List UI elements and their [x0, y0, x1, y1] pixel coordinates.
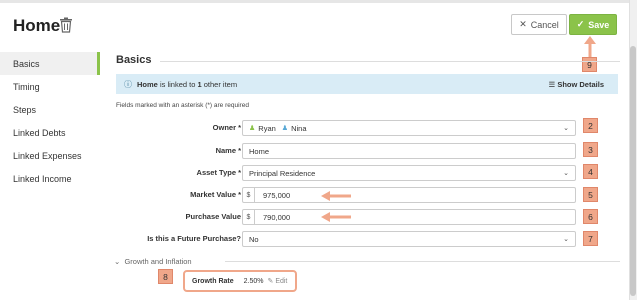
info-mid: is linked to	[159, 79, 196, 89]
owner-row: Owner * ♟ Ryan ♟ Nina ⌄	[116, 120, 586, 136]
left-arrow-annotation	[321, 212, 351, 222]
future-purchase-value: No	[249, 234, 259, 244]
future-purchase-row: Is this a Future Purchase? No ⌄	[116, 231, 586, 247]
cancel-label: Cancel	[530, 19, 559, 30]
growth-heading: Growth and Inflation	[124, 257, 192, 266]
person-icon: ♟	[249, 125, 256, 132]
purchase-value-row: Purchase Value $ 790,000	[116, 209, 586, 225]
future-purchase-select[interactable]: No ⌄	[242, 231, 576, 247]
growth-rate-value: 2.50%	[243, 277, 264, 285]
growth-section-toggle[interactable]: ⌄ Growth and Inflation	[114, 257, 192, 266]
growth-edit-link[interactable]: ✎ Edit	[267, 277, 287, 285]
market-value-label: Market Value *	[190, 190, 241, 199]
info-icon: ⓘ	[124, 79, 132, 89]
save-label: Save	[588, 19, 610, 30]
info-name: Home	[137, 79, 158, 89]
close-icon: ✕	[519, 19, 527, 29]
pencil-icon: ✎	[267, 278, 274, 285]
up-arrow-annotation	[584, 36, 596, 58]
chevron-down-icon: ⌄	[563, 236, 569, 243]
growth-rate-box: Growth Rate 2.50% ✎ Edit	[183, 270, 297, 292]
person-icon: ♟	[281, 125, 289, 132]
save-button[interactable]: ✓ Save	[569, 14, 617, 35]
annotation-badge: 9	[582, 57, 597, 72]
growth-rate-label: Growth Rate	[192, 277, 234, 285]
check-icon: ✓	[576, 19, 585, 29]
purchase-value-label: Purchase Value	[185, 212, 241, 221]
cancel-button[interactable]: ✕ Cancel	[511, 14, 567, 35]
section-title: Basics	[116, 54, 152, 66]
name-row: Name * Home	[116, 143, 586, 159]
page-title: Home	[13, 16, 61, 35]
owner-person: Nina	[291, 123, 307, 133]
sidebar-item-linked-debts[interactable]: Linked Debts	[0, 121, 100, 144]
future-purchase-label: Is this a Future Purchase?	[147, 234, 241, 243]
asset-type-value: Principal Residence	[249, 168, 316, 178]
annotation-badge: 2	[583, 118, 598, 133]
annotation-badge: 5	[583, 187, 598, 202]
market-value-row: Market Value * $ 975,000	[116, 187, 586, 203]
sidebar-item-basics[interactable]: Basics	[0, 52, 100, 75]
sidebar-item-linked-income[interactable]: Linked Income	[0, 167, 100, 190]
divider	[225, 261, 620, 262]
annotation-badge: 4	[583, 164, 598, 179]
trash-icon[interactable]	[59, 17, 73, 33]
owner-label: Owner *	[212, 123, 241, 132]
show-details-link[interactable]: ☰ Show Details	[548, 80, 604, 89]
annotation-badge: 3	[583, 142, 598, 157]
chevron-down-icon: ⌄	[563, 170, 569, 177]
currency-addon: $	[243, 210, 255, 224]
name-label: Name *	[215, 146, 241, 155]
annotation-badge: 7	[583, 231, 598, 246]
chevron-down-icon: ⌄	[114, 257, 121, 266]
owner-person: Ryan	[258, 123, 276, 133]
asset-type-select[interactable]: Principal Residence ⌄	[242, 165, 576, 181]
purchase-value: 790,000	[263, 212, 291, 222]
info-tail: other item	[203, 79, 238, 89]
asset-type-row: Asset Type * Principal Residence ⌄	[116, 165, 586, 181]
currency-addon: $	[243, 188, 255, 202]
annotation-badge: 6	[583, 209, 598, 224]
top-edge	[0, 0, 637, 3]
sidebar-item-timing[interactable]: Timing	[0, 75, 100, 98]
sidebar: Basics Timing Steps Linked Debts Linked …	[0, 52, 100, 190]
required-note: Fields marked with an asterisk (*) are r…	[116, 102, 249, 109]
sidebar-item-linked-expenses[interactable]: Linked Expenses	[0, 144, 100, 167]
asset-type-label: Asset Type *	[196, 168, 241, 177]
market-value-input[interactable]: $ 975,000	[242, 187, 576, 203]
annotation-badge: 8	[158, 269, 173, 284]
info-count: 1	[197, 79, 202, 89]
purchase-value-input[interactable]: $ 790,000	[242, 209, 576, 225]
chevron-down-icon: ⌄	[563, 125, 569, 132]
list-icon: ☰	[548, 80, 556, 89]
divider	[160, 61, 620, 62]
info-banner: ⓘ Home is linked to 1 other item ☰ Show …	[116, 74, 618, 94]
left-arrow-annotation	[321, 191, 351, 201]
owner-select[interactable]: ♟ Ryan ♟ Nina ⌄	[242, 120, 576, 136]
market-value: 975,000	[263, 190, 291, 200]
name-input[interactable]: Home	[242, 143, 576, 159]
scrollbar-thumb[interactable]	[630, 46, 636, 296]
sidebar-item-steps[interactable]: Steps	[0, 98, 100, 121]
scrollbar[interactable]	[629, 0, 637, 300]
